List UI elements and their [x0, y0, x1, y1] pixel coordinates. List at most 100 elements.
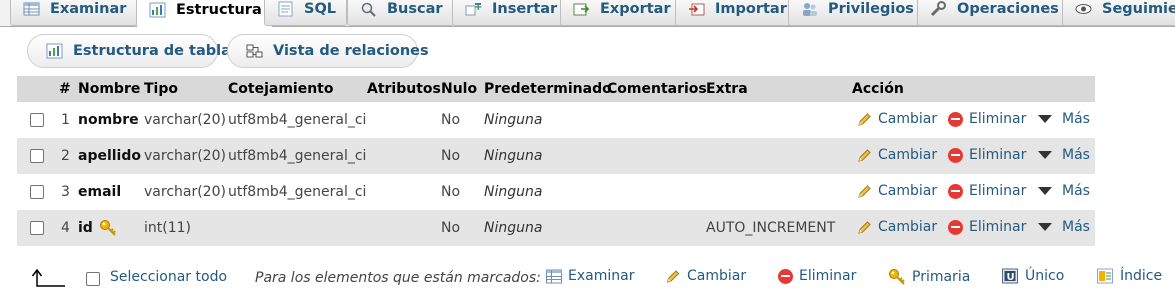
bulk-unique-button[interactable]: U Único [1002, 268, 1064, 284]
drop-label: Eliminar [969, 147, 1027, 163]
tab-buscar[interactable]: Buscar [347, 0, 454, 26]
column-default: Ninguna [484, 220, 543, 236]
change-label: Cambiar [878, 183, 938, 199]
privileges-icon [801, 1, 818, 17]
column-default: Ninguna [484, 148, 543, 164]
bulk-change-label: Cambiar [687, 268, 747, 284]
table-row: 1 nombre varchar(20) utf8mb4_general_ci … [17, 102, 1095, 138]
structure-icon [149, 2, 166, 18]
drop-link[interactable]: Eliminar [948, 219, 1026, 235]
column-type: int(11) [144, 220, 191, 236]
more-dropdown[interactable]: Más [1038, 147, 1090, 163]
more-dropdown[interactable]: Más [1038, 219, 1090, 235]
select-all-text: Seleccionar todo [110, 269, 228, 285]
table-structure-label: Estructura de tabla [73, 43, 231, 59]
tab-insertar[interactable]: + Insertar [452, 0, 569, 26]
column-null: No [441, 148, 461, 164]
tab-label: Exportar [600, 0, 671, 17]
structure-table: # Nombre Tipo Cotejamiento Atributos Nul… [17, 76, 1095, 246]
column-extra: AUTO_INCREMENT [706, 220, 836, 236]
change-link[interactable]: Cambiar [857, 147, 937, 163]
change-label: Cambiar [878, 147, 938, 163]
bulk-drop-button[interactable]: Eliminar [778, 268, 856, 284]
tab-examinar[interactable]: Examinar [10, 0, 138, 26]
more-label: Más [1062, 183, 1090, 199]
change-link[interactable]: Cambiar [857, 111, 937, 127]
pencil-icon [858, 220, 871, 234]
col-extra: Extra [706, 81, 748, 97]
unique-icon: U [1002, 268, 1018, 284]
tab-importar[interactable]: Importar [675, 0, 798, 26]
row-checkbox[interactable] [30, 113, 44, 127]
column-name[interactable]: id [78, 220, 93, 236]
chevron-down-icon [1038, 151, 1052, 159]
tab-sql[interactable]: SQL [264, 0, 348, 26]
tab-estructura[interactable]: Estructura [136, 0, 273, 28]
tab-exportar[interactable]: Exportar [560, 0, 682, 26]
drop-link[interactable]: Eliminar [948, 147, 1026, 163]
col-attributes: Atributos [367, 81, 441, 97]
row-checkbox[interactable] [30, 185, 44, 199]
relation-icon [246, 43, 263, 59]
chevron-down-icon [1038, 187, 1052, 195]
column-collation: utf8mb4_general_ci [228, 184, 367, 200]
col-num: # [59, 81, 71, 97]
sql-icon [277, 1, 294, 17]
change-label: Cambiar [878, 111, 938, 127]
change-link[interactable]: Cambiar [857, 219, 937, 235]
change-link[interactable]: Cambiar [857, 183, 937, 199]
drop-icon [948, 219, 963, 235]
more-dropdown[interactable]: Más [1038, 183, 1090, 199]
column-default: Ninguna [484, 112, 543, 128]
column-null: No [441, 220, 461, 236]
tab-seguimiento[interactable]: Seguimiento [1062, 0, 1175, 26]
bulk-primary-button[interactable]: Primaria [888, 268, 970, 286]
row-num: 1 [61, 112, 70, 128]
primary-key-icon [100, 220, 116, 236]
tab-operaciones[interactable]: Operaciones [917, 0, 1070, 26]
index-icon [1097, 268, 1113, 284]
table-browse-icon [23, 1, 40, 17]
bulk-change-button[interactable]: Cambiar [665, 268, 746, 284]
row-num: 4 [61, 220, 70, 236]
export-icon [573, 1, 590, 17]
relation-view-button[interactable]: Vista de relaciones [227, 34, 429, 68]
table-header: # Nombre Tipo Cotejamiento Atributos Nul… [17, 76, 1095, 102]
bulk-primary-label: Primaria [912, 269, 971, 285]
pencil-icon [858, 184, 871, 198]
wrench-icon [930, 0, 947, 17]
column-name[interactable]: email [78, 184, 121, 200]
column-null: No [441, 184, 461, 200]
tab-label: Examinar [50, 0, 127, 17]
col-comments: Comentarios [607, 81, 707, 97]
row-checkbox[interactable] [30, 221, 44, 235]
tab-privilegios[interactable]: Privilegios [788, 0, 925, 26]
select-all-checkbox[interactable] [86, 272, 100, 286]
relation-view-label: Vista de relaciones [273, 43, 429, 59]
drop-icon [948, 183, 963, 199]
column-type: varchar(20) [144, 148, 226, 164]
drop-label: Eliminar [969, 183, 1027, 199]
table-row: 4 id int(11) No Ninguna AUTO_INCREMENT C… [17, 210, 1095, 246]
row-checkbox[interactable] [30, 149, 44, 163]
more-label: Más [1062, 111, 1090, 127]
column-name[interactable]: nombre [78, 112, 139, 128]
column-type: varchar(20) [144, 184, 226, 200]
chevron-down-icon [1038, 223, 1052, 231]
pencil-icon [666, 269, 680, 283]
more-dropdown[interactable]: Más [1038, 111, 1090, 127]
drop-link[interactable]: Eliminar [948, 111, 1026, 127]
bulk-index-button[interactable]: Índice [1097, 268, 1162, 284]
bulk-drop-label: Eliminar [799, 268, 857, 284]
primary-key-icon [889, 269, 905, 285]
table-structure-button[interactable]: Estructura de tabla [27, 34, 231, 68]
column-name[interactable]: apellido [78, 148, 141, 164]
bulk-browse-button[interactable]: Examinar [546, 268, 634, 284]
drop-link[interactable]: Eliminar [948, 183, 1026, 199]
pencil-icon [858, 148, 871, 162]
select-all-label[interactable]: Seleccionar todo [110, 269, 227, 285]
import-icon [688, 1, 705, 17]
col-collation: Cotejamiento [228, 81, 334, 97]
col-type: Tipo [144, 81, 178, 97]
drop-label: Eliminar [969, 111, 1027, 127]
